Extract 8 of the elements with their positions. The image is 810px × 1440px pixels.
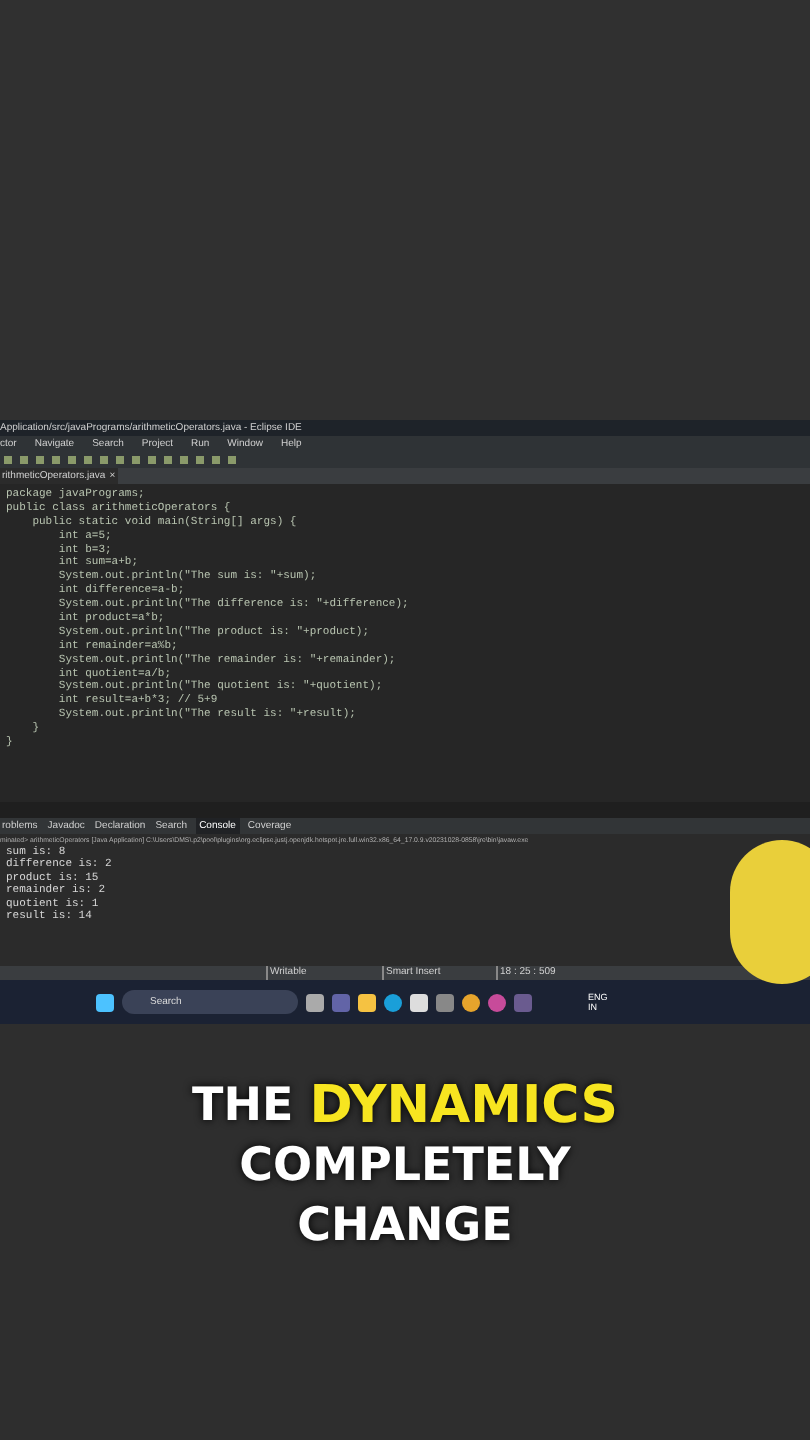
windows-icon[interactable] <box>96 993 114 1011</box>
caption-word: THE <box>192 1078 294 1134</box>
folder-icon[interactable] <box>358 993 376 1011</box>
caption-word: CHANGE <box>297 1198 513 1254</box>
camera-icon[interactable] <box>436 993 454 1011</box>
caption-word: COMPLETELY <box>239 1138 571 1194</box>
caption-word: DYNAMICS <box>309 1078 618 1134</box>
avatar-placeholder <box>730 840 810 984</box>
